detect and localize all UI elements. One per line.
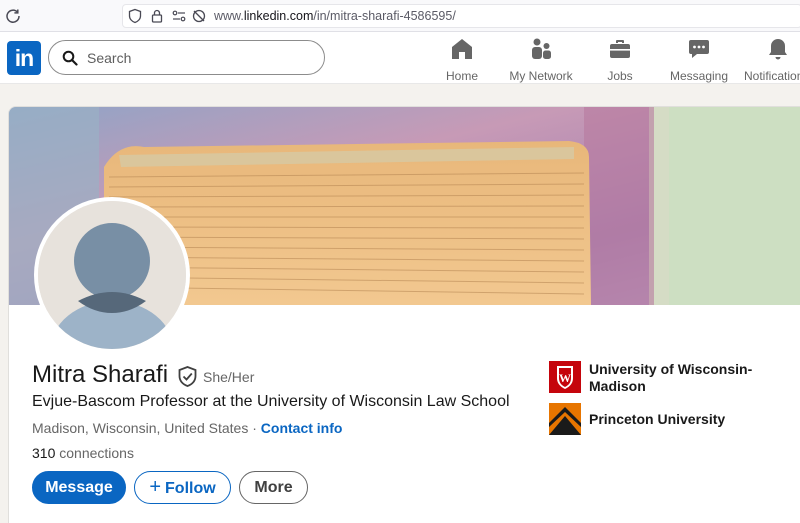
search-icon (62, 50, 78, 66)
home-icon (452, 39, 472, 59)
more-button[interactable]: More (239, 471, 308, 504)
education-name: Princeton University (589, 411, 726, 427)
permissions-icon[interactable] (171, 8, 187, 24)
nav-my-network[interactable]: My Network (507, 37, 575, 83)
uw-crest-icon: W (549, 361, 581, 393)
url-path: /in/mitra-sharafi-4586595/ (313, 9, 456, 23)
url-prefix: www. (214, 9, 244, 23)
nav-messaging[interactable]: Messaging (669, 37, 729, 83)
profile-headline: Evjue-Bascom Professor at the University… (32, 393, 510, 410)
nav-home[interactable]: Home (444, 37, 480, 83)
profile-name: Mitra Sharafi (32, 361, 169, 388)
princeton-shield-icon (549, 403, 581, 435)
follow-button[interactable]: + Follow (134, 471, 231, 504)
nav-notifications-label: Notifications (744, 69, 800, 83)
url-text[interactable]: www.linkedin.com/in/mitra-sharafi-458659… (214, 9, 456, 23)
separator: · (252, 420, 257, 436)
top-nav: in Home My Network Jobs (0, 32, 800, 84)
url-domain: linkedin.com (243, 9, 314, 23)
tracking-blocked-icon[interactable] (191, 8, 207, 24)
connections-label: connections (59, 445, 134, 461)
default-avatar-icon (38, 201, 186, 349)
network-icon (532, 38, 551, 59)
svg-text:W: W (559, 371, 571, 385)
search-box[interactable] (48, 40, 325, 75)
search-input[interactable] (87, 48, 307, 68)
message-icon (689, 40, 709, 58)
nav-jobs[interactable]: Jobs (604, 37, 636, 83)
nav-my-network-label: My Network (509, 69, 573, 83)
tracking-shield-icon[interactable] (127, 8, 143, 24)
message-button[interactable]: Message (32, 471, 126, 504)
location-text: Madison, Wisconsin, United States (32, 420, 249, 436)
follow-label: Follow (165, 480, 216, 497)
bell-icon (769, 39, 787, 60)
briefcase-icon (610, 40, 630, 58)
nav-notifications[interactable]: Notifications (744, 37, 800, 83)
verified-shield-icon[interactable] (178, 366, 197, 387)
nav-home-label: Home (445, 69, 478, 83)
linkedin-logo[interactable]: in (7, 41, 41, 75)
lock-icon[interactable] (149, 8, 165, 24)
contact-info-link[interactable]: Contact info (261, 420, 343, 436)
pronouns: She/Her (203, 369, 255, 385)
plus-icon: + (149, 476, 162, 498)
nav-jobs-label: Jobs (607, 69, 633, 83)
location-line: Madison, Wisconsin, United States · Cont… (32, 420, 342, 436)
profile-card: Mitra Sharafi She/Her Evjue-Bascom Profe… (8, 106, 800, 523)
reload-icon[interactable] (4, 7, 22, 25)
url-bar[interactable]: www.linkedin.com/in/mitra-sharafi-458659… (122, 4, 800, 28)
browser-toolbar: www.linkedin.com/in/mitra-sharafi-458659… (0, 0, 800, 32)
profile-photo[interactable] (34, 197, 190, 353)
connections-count[interactable]: 310 connections (32, 445, 134, 461)
connections-number: 310 (32, 445, 56, 461)
nav-messaging-label: Messaging (669, 69, 729, 83)
education-name: University of Wisconsin-Madison (589, 361, 753, 394)
